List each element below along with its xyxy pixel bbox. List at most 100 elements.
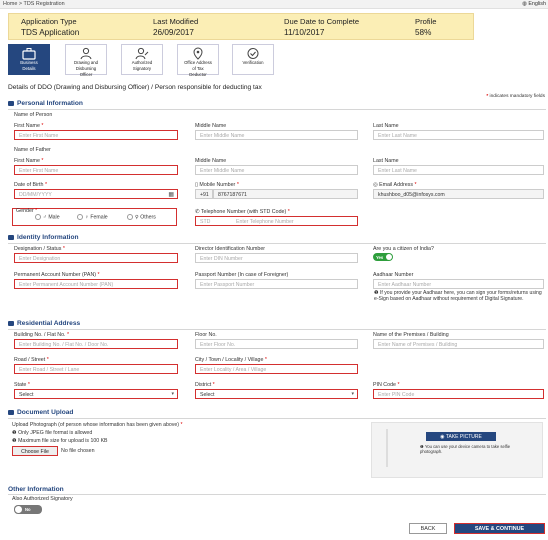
father-last-name-label: Last Name: [373, 158, 399, 164]
dob-input[interactable]: DD/MM/YYYY ▦: [14, 189, 178, 199]
email-icon: ◎: [373, 182, 378, 188]
city-input[interactable]: Enter Locality / Area / Village: [195, 364, 358, 374]
toggle-label: No: [25, 507, 31, 512]
pan-input[interactable]: Enter Permanent Account Number (PAN): [14, 279, 178, 289]
breadcrumb-current: TDS Registration: [23, 1, 65, 7]
father-last-name-input[interactable]: Enter Last Name: [373, 165, 544, 175]
building-input[interactable]: Enter Building No. / Flat No. / Door No.: [14, 339, 178, 349]
state-select[interactable]: Select ▾: [14, 389, 178, 399]
step-verification[interactable]: Verification: [232, 44, 274, 75]
others-icon: ⚲: [135, 214, 139, 221]
language-selector[interactable]: ◍ English: [522, 1, 546, 7]
email-label: ◎ Email Address *: [373, 182, 417, 188]
aadhaar-label: Aadhaar Number: [373, 272, 414, 278]
choose-file-button[interactable]: Choose File: [12, 446, 58, 456]
premises-input[interactable]: Enter Name of Premises / Building: [373, 339, 544, 349]
calendar-icon[interactable]: ▦: [168, 191, 174, 198]
info-icon: ❶: [12, 430, 17, 436]
dob-label-text: Date of Birth: [14, 182, 44, 188]
breadcrumb-home[interactable]: Home: [3, 1, 17, 7]
dob-label: Date of Birth *: [14, 182, 47, 188]
step-label: Deductor: [189, 71, 207, 77]
first-name-input[interactable]: Enter First Name: [14, 130, 178, 140]
mobile-number-input[interactable]: 8767187671: [213, 189, 358, 199]
din-input[interactable]: Enter DIN Number: [195, 253, 358, 263]
take-picture-button[interactable]: ◉ TAKE PICTURE: [426, 432, 496, 441]
language-label: English: [528, 1, 546, 7]
father-middle-name-input[interactable]: Enter Middle Name: [195, 165, 358, 175]
section-title: Residential Address: [17, 320, 81, 327]
gender-radio-group: Gender * ♂ Male ♀ Female ⚲ Others: [12, 208, 177, 226]
zoom-slider[interactable]: [386, 429, 388, 467]
road-input[interactable]: Enter Road / Street / Lane: [14, 364, 178, 374]
aadhaar-input[interactable]: Enter Aadhaar Number: [373, 279, 544, 289]
step-label: Details: [22, 65, 36, 71]
gender-label-text: Gender: [16, 208, 34, 214]
section-residential-address: Residential Address: [8, 320, 80, 327]
gender-option-male[interactable]: ♂ Male: [35, 214, 60, 220]
step-authorized-signatory[interactable]: Authorized Signatory: [121, 44, 163, 75]
section-title: Identity Information: [17, 234, 79, 241]
passport-input[interactable]: Enter Passport Number: [195, 279, 358, 289]
premises-label: Name of the Premises / Building: [373, 332, 449, 338]
father-first-name-input[interactable]: Enter First Name: [14, 165, 178, 175]
father-middle-name-label: Middle Name: [195, 158, 227, 164]
designation-input[interactable]: Enter Designation: [14, 253, 178, 263]
designation-label-text: Designation / Status: [14, 246, 62, 252]
radio-circle[interactable]: [35, 214, 41, 220]
father-first-name-label: First Name *: [14, 158, 44, 164]
mandatory-note-text: indicates mandatory fields: [489, 94, 545, 99]
step-drawing-disbursing-officer[interactable]: Drawing and Disbursing Officer: [65, 44, 107, 77]
building-label: Building No. / Flat No. *: [14, 332, 70, 338]
name-of-person-label: Name of Person: [14, 112, 53, 118]
pan-label: Permanent Account Number (PAN) *: [14, 272, 100, 278]
summary-header-modified: Last Modified: [153, 17, 199, 26]
section-other-information: Other Information: [8, 486, 64, 493]
radio-circle[interactable]: [77, 214, 83, 220]
divider: [8, 329, 546, 330]
step-business-details[interactable]: Business Details: [8, 44, 50, 75]
citizen-toggle[interactable]: Yes: [373, 253, 393, 261]
middle-name-input[interactable]: Enter Middle Name: [195, 130, 358, 140]
telephone-number-input[interactable]: Enter Telephone Number: [236, 219, 294, 225]
section-identity-information: Identity Information: [8, 234, 79, 241]
email-input[interactable]: khushboo_d05@infosys.com: [373, 189, 544, 199]
chevron-down-icon: ▾: [351, 391, 354, 397]
name-of-father-label: Name of Father: [14, 147, 51, 153]
state-selected-value: Select: [19, 391, 34, 398]
photo-capture-panel: ◉ TAKE PICTURE ❶ You can use your device…: [371, 422, 543, 478]
gender-option-female[interactable]: ♀ Female: [77, 214, 108, 220]
also-signatory-toggle[interactable]: No: [14, 505, 42, 514]
id-card-icon: [8, 234, 14, 240]
step-office-address[interactable]: Office Address of Tax Deductor: [177, 44, 219, 77]
city-label: City / Town / Locality / Village *: [195, 357, 267, 363]
radio-circle[interactable]: [127, 214, 133, 220]
back-button[interactable]: BACK: [409, 523, 447, 534]
telephone-label: ✆ Telephone Number (with STD Code) *: [195, 209, 290, 215]
divider: [8, 109, 546, 110]
summary-value-modified: 26/09/2017: [153, 28, 194, 37]
father-first-name-label-text: First Name: [14, 158, 40, 164]
summary-header-profile: Profile: [415, 17, 437, 26]
application-summary: Application Type Last Modified Due Date …: [8, 13, 474, 40]
step-label: Officer: [79, 71, 93, 77]
std-code-input[interactable]: STD: [200, 219, 210, 225]
gender-option-others[interactable]: ⚲ Others: [127, 214, 156, 220]
city-label-text: City / Town / Locality / Village: [195, 357, 264, 363]
pin-input[interactable]: Enter PIN Code: [373, 389, 544, 399]
district-select[interactable]: Select ▾: [195, 389, 358, 399]
last-name-input[interactable]: Enter Last Name: [373, 130, 544, 140]
divider: [8, 494, 546, 495]
breadcrumb-separator: >: [18, 1, 23, 7]
toggle-label: Yes: [376, 254, 384, 260]
mobile-label: ▯ Mobile Number *: [195, 182, 239, 188]
save-continue-button[interactable]: SAVE & CONTINUE: [454, 523, 545, 534]
info-icon: ❶: [12, 438, 17, 444]
pin-label: PIN Code *: [373, 382, 400, 388]
also-signatory-label: Also Authorized Signatory: [12, 496, 73, 502]
chevron-down-icon: ▾: [171, 391, 174, 397]
floor-label: Floor No.: [195, 332, 217, 338]
state-label-text: State: [14, 382, 27, 388]
floor-input[interactable]: Enter Floor No.: [195, 339, 358, 349]
section-personal-information: Personal Information: [8, 100, 83, 107]
